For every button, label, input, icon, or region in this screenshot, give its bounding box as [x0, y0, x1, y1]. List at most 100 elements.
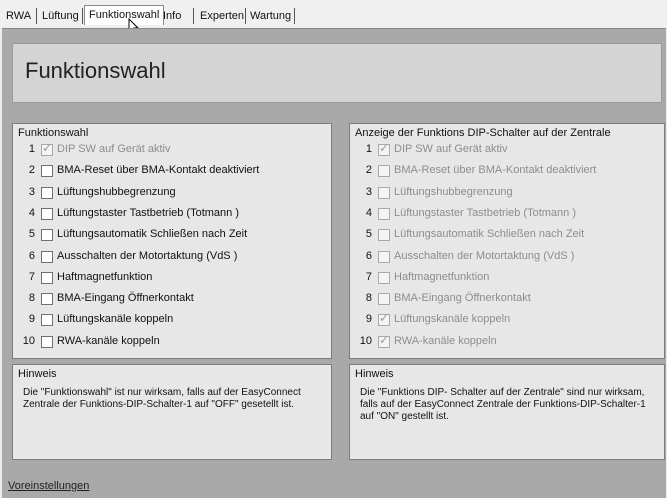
checkbox-label: Lüftungskanäle koppeln — [394, 313, 511, 326]
checkbox-label: Ausschalten der Motortaktung (VdS ) — [394, 249, 575, 262]
checkbox[interactable] — [41, 271, 53, 284]
checkbox-label: Haftmagnetfunktion — [57, 270, 153, 283]
hint-title: Hinweis — [355, 368, 394, 380]
checkmark-icon: ✓ — [379, 141, 390, 155]
checkbox-row: 8 BMA-Eingang Öffnerkontakt — [13, 290, 323, 308]
tab-lueftung[interactable]: Lüftung — [42, 9, 79, 23]
tab-experten[interactable]: Experten — [200, 9, 244, 23]
checkbox — [378, 250, 390, 263]
hint-text: Die "Funktionswahl" ist nur wirksam, fal… — [23, 387, 301, 410]
checkbox-row: 2 BMA-Reset über BMA-Kontakt deaktiviert — [13, 162, 323, 180]
group-title: Funktionswahl — [18, 127, 89, 139]
checkbox-label: Lüftungskanäle koppeln — [57, 313, 174, 326]
page-title: Funktionswahl — [25, 58, 166, 83]
row-number: 7 — [365, 270, 372, 283]
tab-separator — [245, 8, 246, 24]
hint-title: Hinweis — [18, 368, 57, 380]
checkbox-label: Lüftungsautomatik Schließen nach Zeit — [57, 228, 248, 241]
funktionswahl-group: Funktionswahl 1 ✓ DIP SW auf Gerät aktiv 2 B… — [12, 123, 332, 359]
checkbox-row: 7 Haftmagnetfunktion — [13, 269, 323, 287]
voreinstellungen-link[interactable]: Voreinstellungen — [8, 480, 89, 492]
row-number: 10 — [22, 334, 35, 347]
checkbox: ✓ — [378, 311, 390, 327]
dip-switch-display-group: Anzeige der Funktions DIP-Schalter auf d… — [349, 123, 665, 359]
checkbox — [378, 207, 390, 220]
checkbox[interactable] — [41, 335, 53, 348]
tab-separator — [294, 8, 295, 24]
row-number: 4 — [28, 206, 35, 219]
tab-separator — [36, 8, 37, 24]
checkbox[interactable] — [41, 314, 53, 327]
checkbox-row: 4 Lüftungstaster Tastbetrieb (Totmann ) — [350, 205, 660, 223]
checkbox: ✓ — [378, 332, 390, 348]
tab-funktionswahl[interactable]: Funktionswahl — [84, 5, 165, 25]
checkmark-icon: ✓ — [42, 141, 53, 155]
row-number: 2 — [365, 164, 372, 177]
checkbox-label: Lüftungstaster Tastbetrieb (Totmann ) — [57, 206, 240, 219]
checkmark-icon: ✓ — [379, 332, 390, 347]
row-number: 8 — [365, 292, 372, 305]
checkbox — [378, 165, 390, 178]
checkbox-label: Haftmagnetfunktion — [394, 270, 490, 283]
checkbox — [378, 229, 390, 242]
row-number: 9 — [365, 313, 372, 326]
group-title: Anzeige der Funktions DIP-Schalter auf d… — [355, 127, 611, 139]
checkbox-row: 10 RWA-kanäle koppeln — [13, 333, 323, 351]
checkbox-label: DIP SW auf Gerät aktiv — [57, 143, 171, 155]
row-number: 5 — [28, 228, 35, 241]
row-number: 4 — [365, 206, 372, 219]
row-number: 8 — [28, 292, 35, 305]
checkbox-label: RWA-kanäle koppeln — [57, 334, 160, 347]
checkbox-row: 1 ✓ DIP SW auf Gerät aktiv — [13, 141, 323, 159]
checkbox[interactable] — [41, 186, 53, 199]
checkbox — [378, 271, 390, 284]
row-number: 9 — [28, 313, 35, 326]
tab-separator — [82, 8, 83, 24]
checkbox[interactable] — [41, 250, 53, 263]
row-number: 1 — [365, 143, 372, 155]
checkbox-row: 7 Haftmagnetfunktion — [350, 269, 660, 287]
checkbox-row: 6 Ausschalten der Motortaktung (VdS ) — [13, 248, 323, 266]
tab-info[interactable]: Info — [163, 9, 181, 23]
checkbox[interactable] — [41, 293, 53, 306]
row-number: 10 — [359, 334, 372, 347]
row-number: 1 — [28, 143, 35, 155]
checkbox-row: 2 BMA-Reset über BMA-Kontakt deaktiviert — [350, 162, 660, 180]
header-box: Funktionswahl — [12, 43, 662, 103]
row-number: 3 — [365, 185, 372, 198]
checkmark-icon: ✓ — [379, 311, 390, 326]
tab-separator — [193, 8, 194, 24]
hint-box-left: Hinweis Die "Funktionswahl" ist nur wirk… — [12, 364, 332, 460]
checkbox — [378, 293, 390, 306]
checkbox-label: RWA-kanäle koppeln — [394, 334, 497, 347]
tab-wartung[interactable]: Wartung — [250, 9, 291, 23]
checkbox-row: 5 Lüftungsautomatik Schließen nach Zeit — [350, 226, 660, 244]
checkbox-label: DIP SW auf Gerät aktiv — [394, 143, 508, 155]
checkbox — [378, 186, 390, 199]
row-number: 7 — [28, 270, 35, 283]
checkbox: ✓ — [41, 141, 53, 156]
checkbox-label: BMA-Eingang Öffnerkontakt — [394, 292, 531, 305]
checkbox-label: Ausschalten der Motortaktung (VdS ) — [57, 249, 238, 262]
checkbox-label: BMA-Eingang Öffnerkontakt — [57, 292, 194, 305]
main-panel: Funktionswahl Funktionswahl 1 ✓ DIP SW auf… — [2, 28, 666, 498]
checkbox-row: 9 Lüftungskanäle koppeln — [13, 311, 323, 329]
checkbox-row: 4 Lüftungstaster Tastbetrieb (Totmann ) — [13, 205, 323, 223]
checkbox: ✓ — [378, 141, 390, 156]
hint-text: Die "Funktions DIP- Schalter auf der Zen… — [360, 387, 646, 422]
checkbox[interactable] — [41, 165, 53, 178]
checkbox-label: BMA-Reset über BMA-Kontakt deaktiviert — [57, 164, 260, 177]
checkbox[interactable] — [41, 229, 53, 242]
checkbox-row: 8 BMA-Eingang Öffnerkontakt — [350, 290, 660, 308]
checkbox-row: 9 ✓ Lüftungskanäle koppeln — [350, 311, 660, 329]
checkbox-label: Lüftungsautomatik Schließen nach Zeit — [394, 228, 585, 241]
checkbox-label: BMA-Reset über BMA-Kontakt deaktiviert — [394, 164, 597, 177]
hint-box-right: Hinweis Die "Funktions DIP- Schalter auf… — [349, 364, 665, 460]
row-number: 3 — [28, 185, 35, 198]
row-number: 5 — [365, 228, 372, 241]
checkbox[interactable] — [41, 207, 53, 220]
checkbox-row: 1 ✓ DIP SW auf Gerät aktiv — [350, 141, 660, 159]
tab-bar: RWA Lüftung Funktionswahl Info Experten … — [0, 0, 667, 36]
tab-rwa[interactable]: RWA — [6, 9, 31, 23]
checkbox-label: Lüftungstaster Tastbetrieb (Totmann ) — [394, 206, 577, 219]
